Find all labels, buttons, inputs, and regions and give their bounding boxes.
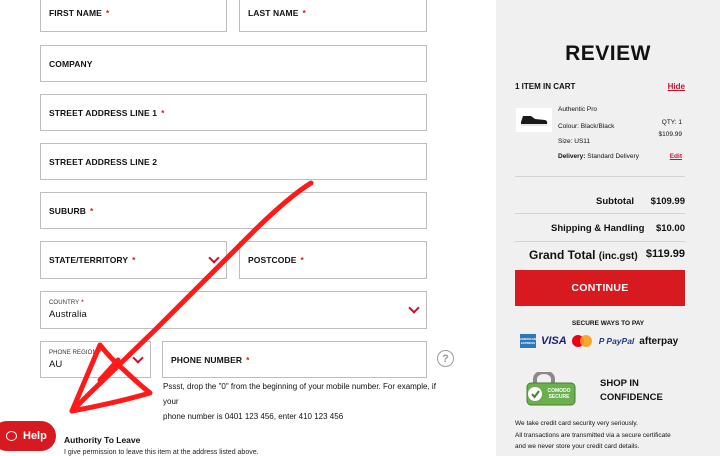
- phone-hint: Pssst, drop the "0" from the beginning o…: [163, 379, 438, 424]
- payment-icons: AMERICAN EXPRESS VISA P PayPal afterpay: [520, 334, 678, 348]
- chat-bubble-icon: [6, 431, 17, 441]
- divider: [515, 241, 685, 242]
- delivery-method: Delivery: Standard Delivery: [558, 153, 639, 160]
- country-select[interactable]: COUNTRY * Australia: [40, 291, 427, 329]
- grand-total-text: Grand Total: [529, 248, 596, 262]
- state-territory-select[interactable]: STATE/TERRITORY *: [40, 241, 227, 279]
- edit-link[interactable]: Edit: [670, 153, 682, 160]
- street-address-2-field[interactable]: STREET ADDRESS LINE 2: [40, 143, 427, 180]
- subtotal-label: Subtotal: [596, 196, 634, 207]
- security-line-3: and we never store your credit card deta…: [515, 443, 640, 450]
- required-mark: *: [132, 255, 136, 265]
- shipping-label: Shipping & Handling: [551, 223, 645, 234]
- visa-icon: VISA: [541, 335, 567, 347]
- confidence-line: CONFIDENCE: [600, 392, 663, 403]
- state-territory-label: STATE/TERRITORY: [49, 255, 129, 265]
- continue-button[interactable]: CONTINUE: [515, 270, 685, 306]
- last-name-label: LAST NAME: [248, 8, 299, 18]
- first-name-field[interactable]: FIRST NAME *: [40, 0, 227, 32]
- phone-region-select[interactable]: PHONE REGION * AU: [40, 341, 151, 378]
- phone-hint-line-1: Pssst, drop the "0" from the beginning o…: [163, 382, 436, 406]
- postcode-field[interactable]: POSTCODE *: [239, 241, 427, 279]
- product-thumbnail[interactable]: [516, 108, 552, 132]
- suburb-field[interactable]: SUBURB *: [40, 192, 427, 229]
- required-mark: *: [98, 349, 102, 356]
- street-address-1-field[interactable]: STREET ADDRESS LINE 1 *: [40, 94, 427, 131]
- divider: [515, 176, 685, 177]
- security-line-1: We take credit card security very seriou…: [515, 420, 638, 427]
- shop-in-confidence: SHOP IN CONFIDENCE: [600, 377, 663, 405]
- secure-ways-to-pay: SECURE WAYS TO PAY: [571, 320, 645, 327]
- chevron-down-icon: [408, 302, 420, 314]
- delivery-label: Delivery:: [558, 153, 586, 160]
- security-statement: We take credit card security very seriou…: [515, 418, 671, 453]
- product-price: $109.99: [658, 131, 683, 138]
- product-colour: Colour: Black/Black: [558, 123, 615, 130]
- product-name: Authentic Pro: [558, 106, 598, 113]
- comodo-text: COMODO SECURE: [547, 388, 571, 400]
- question-mark-icon[interactable]: ?: [437, 350, 454, 367]
- divider: [515, 213, 685, 214]
- chevron-down-icon: [132, 351, 144, 364]
- grand-total-label: Grand Total (inc.gst): [529, 248, 638, 262]
- product-size: Size: US11: [558, 138, 591, 145]
- comodo-secure-badge: COMODO SECURE: [521, 370, 579, 406]
- shoe-icon: [521, 116, 548, 126]
- delivery-value: Standard Delivery: [587, 153, 639, 160]
- required-mark: *: [302, 8, 306, 18]
- shipping-value: $10.00: [655, 223, 685, 234]
- company-field[interactable]: COMPANY: [40, 45, 427, 82]
- required-mark: *: [81, 300, 84, 306]
- paypal-icon: P PayPal: [598, 336, 635, 346]
- grand-total-value: $119.99: [645, 248, 685, 260]
- cart-item-count: 1 ITEM IN CART: [515, 82, 576, 91]
- required-mark: *: [300, 255, 304, 265]
- phone-hint-line-2: phone number is 0401 123 456, enter 410 …: [163, 412, 344, 421]
- required-mark: *: [161, 107, 165, 118]
- mastercard-icon: [571, 334, 594, 348]
- required-mark: *: [89, 205, 94, 216]
- phone-number-label: PHONE NUMBER: [171, 354, 243, 365]
- phone-region-label-text: PHONE REGION: [49, 349, 97, 356]
- required-mark: *: [105, 8, 110, 18]
- suburb-label: SUBURB: [49, 205, 86, 216]
- company-label: COMPANY: [49, 58, 93, 69]
- authority-to-leave-title: Authority To Leave: [64, 435, 141, 445]
- first-name-label: FIRST NAME: [49, 8, 102, 18]
- shop-in-line: SHOP IN: [600, 378, 639, 389]
- review-panel: REVIEW 1 ITEM IN CART Hide Authentic Pro…: [496, 0, 720, 456]
- country-value: Australia: [49, 309, 87, 320]
- hide-link[interactable]: Hide: [668, 82, 685, 91]
- amex-icon: AMERICAN EXPRESS: [520, 334, 536, 348]
- last-name-field[interactable]: LAST NAME *: [239, 0, 427, 32]
- product-quantity: QTY: 1: [661, 119, 682, 126]
- afterpay-icon: afterpay: [639, 335, 679, 347]
- phone-region-label: PHONE REGION *: [49, 350, 101, 356]
- phone-number-field[interactable]: PHONE NUMBER *: [162, 341, 427, 378]
- street-address-2-label: STREET ADDRESS LINE 2: [49, 156, 158, 167]
- subtotal-value: $109.99: [650, 196, 685, 207]
- country-label: COUNTRY *: [49, 300, 84, 306]
- security-line-2: All transactions are transmitted via a s…: [515, 431, 671, 439]
- phone-region-value: AU: [49, 358, 63, 370]
- country-label-text: COUNTRY: [49, 300, 80, 306]
- street-address-1-label: STREET ADDRESS LINE 1: [49, 107, 158, 118]
- required-mark: *: [246, 354, 250, 365]
- authority-to-leave-text: I give permission to leave this item at …: [64, 449, 259, 456]
- help-button[interactable]: Help: [0, 421, 56, 451]
- review-title: REVIEW: [565, 42, 651, 65]
- help-button-label: Help: [23, 430, 47, 442]
- postcode-label: POSTCODE: [248, 255, 297, 265]
- grand-total-suffix: (inc.gst): [598, 251, 638, 262]
- chevron-down-icon: [208, 252, 220, 264]
